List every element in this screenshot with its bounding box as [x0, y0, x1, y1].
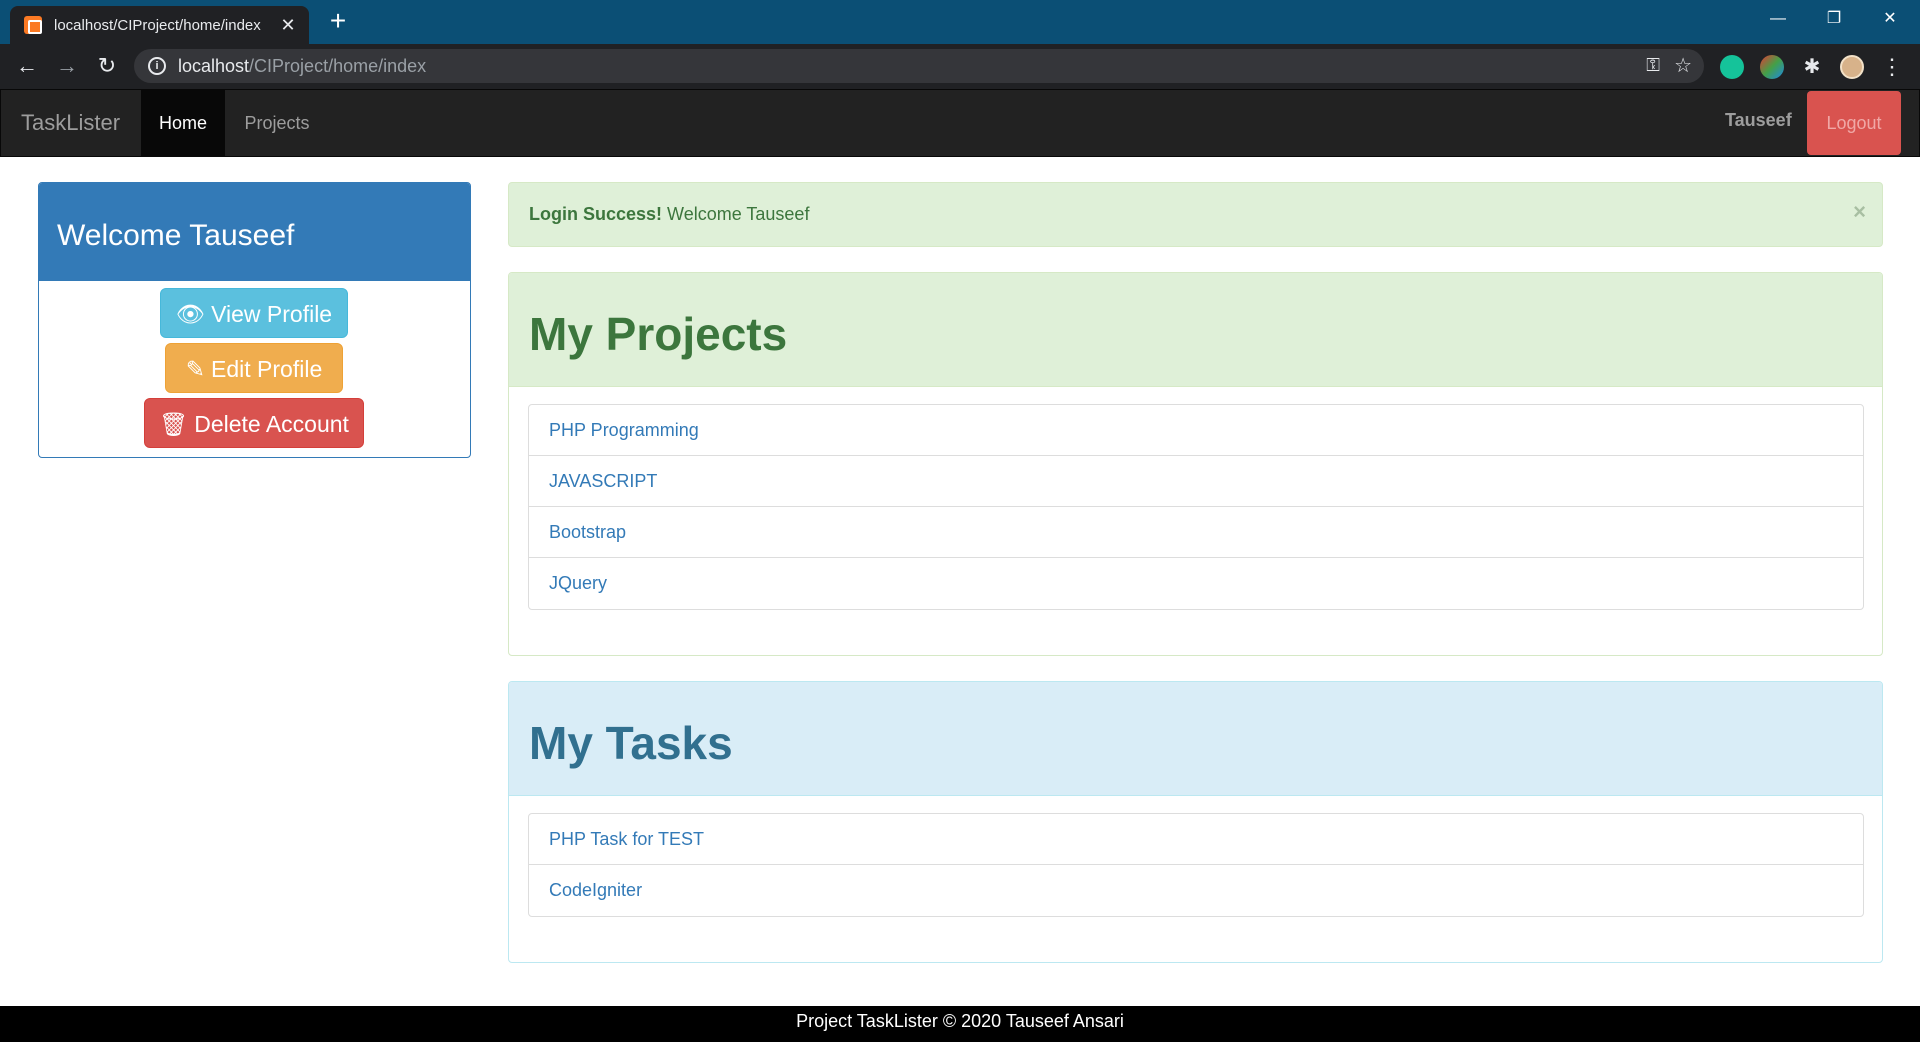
list-item[interactable]: Bootstrap — [529, 507, 1863, 558]
login-success-alert: Login Success! Welcome Tauseef × — [508, 182, 1883, 247]
nav-item-projects[interactable]: Projects — [229, 90, 325, 156]
list-item[interactable]: PHP Programming — [529, 405, 1863, 456]
alert-message: Welcome Tauseef — [662, 204, 810, 224]
edit-icon: ✎ — [185, 356, 206, 382]
edit-profile-button[interactable]: ✎ Edit Profile — [165, 343, 343, 393]
site-info-icon[interactable]: i — [148, 57, 166, 75]
edit-profile-label: Edit Profile — [211, 356, 323, 382]
back-icon[interactable]: ← — [12, 52, 42, 82]
alert-close-icon[interactable]: × — [1853, 199, 1866, 225]
list-item[interactable]: PHP Task for TEST — [529, 814, 1863, 865]
xampp-favicon-icon — [24, 16, 42, 34]
browser-tab-bar: localhost/CIProject/home/index ✕ + — ❐ ✕ — [0, 0, 1920, 44]
eye-icon: 👁 — [175, 301, 206, 327]
projects-list: PHP Programming JAVASCRIPT Bootstrap JQu… — [528, 404, 1864, 610]
list-item[interactable]: JQuery — [529, 558, 1863, 609]
list-item[interactable]: JAVASCRIPT — [529, 456, 1863, 507]
delete-account-label: Delete Account — [194, 411, 349, 437]
key-icon[interactable]: ⚿ — [1646, 55, 1660, 76]
navbar-username: Tauseef — [1725, 110, 1792, 130]
new-tab-icon[interactable]: + — [324, 7, 352, 36]
forward-icon[interactable]: → — [52, 52, 82, 82]
logout-button[interactable]: Logout — [1807, 91, 1901, 155]
bookmark-star-icon[interactable]: ☆ — [1674, 53, 1692, 78]
app-navbar: TaskLister Home Projects Tauseef Logout — [0, 89, 1920, 157]
list-item[interactable]: CodeIgniter — [529, 865, 1863, 916]
address-bar[interactable]: i localhost/CIProject/home/index ⚿ ☆ — [134, 49, 1704, 83]
extension-icon[interactable] — [1760, 55, 1784, 79]
url-path: /CIProject/home/index — [249, 56, 427, 76]
grammarly-extension-icon[interactable] — [1720, 55, 1744, 79]
menu-kebab-icon[interactable]: ⋮ — [1880, 55, 1904, 79]
restore-icon[interactable]: ❐ — [1806, 0, 1862, 40]
reload-icon[interactable]: ↻ — [92, 52, 122, 82]
tasks-heading: My Tasks — [509, 682, 1882, 796]
browser-tab[interactable]: localhost/CIProject/home/index ✕ — [10, 6, 309, 44]
alert-strong: Login Success! — [529, 204, 663, 224]
page-footer: Project TaskLister © 2020 Tauseef Ansari — [0, 1006, 1920, 1042]
projects-heading: My Projects — [509, 273, 1882, 387]
address-url: localhost/CIProject/home/index — [178, 56, 426, 77]
browser-toolbar: ← → ↻ i localhost/CIProject/home/index ⚿… — [0, 44, 1920, 89]
window-close-icon[interactable]: ✕ — [1862, 0, 1918, 40]
trash-icon: 🗑 — [159, 411, 189, 437]
view-profile-label: View Profile — [211, 301, 333, 327]
puzzle-icon[interactable]: ✱ — [1800, 55, 1824, 79]
nav-item-home[interactable]: Home — [141, 90, 225, 156]
welcome-panel: Welcome Tauseef 👁 View Profile ✎ Edit Prof… — [38, 182, 471, 458]
navbar-brand[interactable]: TaskLister — [21, 110, 120, 136]
delete-account-button[interactable]: 🗑 Delete Account — [144, 398, 364, 448]
welcome-heading: Welcome Tauseef — [39, 183, 470, 281]
tab-title: localhost/CIProject/home/index — [54, 16, 261, 34]
tasks-panel: My Tasks PHP Task for TEST CodeIgniter — [508, 681, 1883, 963]
url-host: localhost — [178, 56, 250, 76]
tab-close-icon[interactable]: ✕ — [279, 16, 297, 34]
view-profile-button[interactable]: 👁 View Profile — [160, 288, 348, 338]
profile-avatar[interactable] — [1840, 55, 1864, 79]
projects-panel: My Projects PHP Programming JAVASCRIPT B… — [508, 272, 1883, 656]
minimize-icon[interactable]: — — [1750, 0, 1806, 40]
tasks-list: PHP Task for TEST CodeIgniter — [528, 813, 1864, 917]
